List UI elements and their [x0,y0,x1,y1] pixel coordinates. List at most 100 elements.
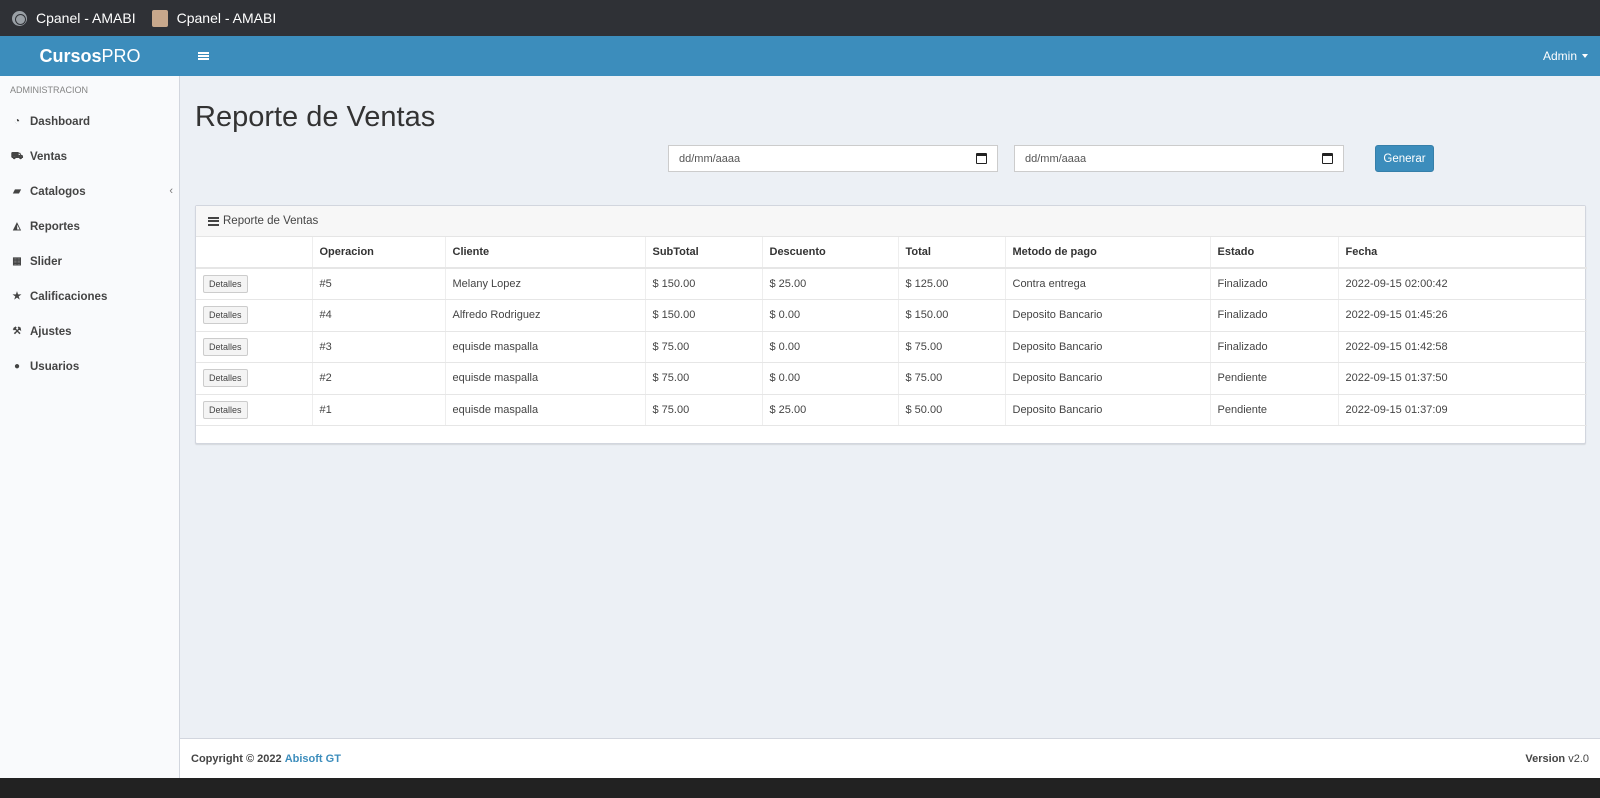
main-header: Cursos PRO Admin [0,36,1600,76]
sidebar-item-label: Usuarios [30,360,80,373]
sidebar-item-label: Dashboard [30,115,91,128]
sidebar-toggle-button[interactable] [180,36,226,76]
copyright-text: Copyright © 2022 [191,752,282,765]
status-cell: Finalizado [1210,299,1339,332]
total-cell: $ 75.00 [898,331,1006,363]
payment-method-cell: Deposito Bancario [1005,331,1211,363]
column-header: Metodo de pago [1005,237,1211,269]
date-placeholder: dd/mm/aaaa [679,152,741,165]
sidebar-item-dashboard[interactable]: ◔ Dashboard [0,104,179,139]
dashboard-icon: ◔ [13,115,21,127]
user-menu[interactable]: Admin [1543,36,1588,76]
details-button[interactable]: Detalles [203,275,248,293]
sidebar-item-reportes[interactable]: ◭ Reportes [0,209,179,244]
total-cell: $ 75.00 [898,362,1006,395]
client-cell: Melany Lopez [445,268,646,300]
total-cell: $ 150.00 [898,299,1006,332]
sidebar-item-catalogos[interactable]: ▰ Catalogos ‹ [0,174,179,209]
table-row: Detalles #5 Melany Lopez $ 150.00 $ 25.0… [196,268,1587,300]
subtotal-cell: $ 75.00 [645,394,763,426]
angle-left-icon: ‹ [169,185,173,197]
version-label: Version [1525,752,1566,765]
th-large-icon: ▦ [12,255,22,267]
sidebar-item-label: Ventas [30,150,68,163]
sidebar-section-header: ADMINISTRACION [10,85,89,95]
table-header-row: Operacion Cliente SubTotal Descuento Tot… [196,237,1587,269]
column-header: Cliente [445,237,646,269]
column-header [196,237,313,269]
date-cell: 2022-09-15 01:37:09 [1338,394,1587,426]
star-icon: ★ [12,290,22,302]
details-button[interactable]: Detalles [203,400,248,419]
browser-tab[interactable]: Cpanel - AMABI [12,10,136,26]
globe-icon [12,10,27,26]
status-cell: Pendiente [1210,394,1339,426]
discount-cell: $ 25.00 [762,268,899,300]
main-footer: Copyright © 2022 Abisoft GT Version v2.0 [180,738,1600,778]
table-row: Detalles #4 Alfredo Rodriguez $ 150.00 $… [196,299,1587,332]
column-header: Fecha [1338,237,1587,269]
box-title: Reporte de Ventas [223,215,319,227]
company-link[interactable]: Abisoft GT [285,753,341,765]
date-placeholder: dd/mm/aaaa [1025,152,1087,165]
payment-method-cell: Deposito Bancario [1005,299,1211,332]
actions-cell: Detalles [196,362,313,395]
discount-cell: $ 0.00 [762,331,899,363]
sidebar-item-ajustes[interactable]: ⚒ Ajustes [0,314,179,349]
client-cell: equisde maspalla [445,331,646,363]
sidebar-item-calificaciones[interactable]: ★ Calificaciones [0,279,179,314]
discount-cell: $ 25.00 [762,394,899,426]
sales-report-box: Reporte de Ventas Operacion Cliente SubT… [195,205,1587,444]
logo[interactable]: Cursos PRO [0,36,180,76]
browser-tab-title: Cpanel - AMABI [36,10,136,26]
copyright: Copyright © 2022 Abisoft GT [191,753,341,765]
sidebar-item-label: Reportes [30,220,80,233]
version-info: Version v2.0 [1525,753,1589,765]
user-menu-label: Admin [1542,49,1577,63]
calendar-icon[interactable] [1322,153,1333,164]
table-row: Detalles #2 equisde maspalla $ 75.00 $ 0… [196,362,1587,395]
user-icon: ● [13,360,21,372]
operation-cell: #1 [312,394,446,426]
details-button[interactable]: Detalles [203,369,248,388]
sidebar-item-label: Catalogos [30,185,86,198]
details-button[interactable]: Detalles [203,337,248,356]
sidebar-item-ventas[interactable]: ⛟ Ventas [0,139,179,174]
date-cell: 2022-09-15 01:45:26 [1338,299,1587,332]
logo-light: PRO [101,45,141,66]
generate-button[interactable]: Generar [1375,145,1434,172]
date-cell: 2022-09-15 01:42:58 [1338,331,1587,363]
operation-cell: #3 [312,331,446,363]
version-number: v2.0 [1568,752,1589,765]
sidebar-item-usuarios[interactable]: ● Usuarios [0,349,179,384]
sales-table: Operacion Cliente SubTotal Descuento Tot… [196,237,1587,426]
browser-tab[interactable]: Cpanel - AMABI [151,9,276,27]
content-wrapper: Reporte de Ventas dd/mm/aaaa dd/mm/aaaa … [180,76,1600,738]
hamburger-icon [197,55,209,57]
date-cell: 2022-09-15 01:37:50 [1338,362,1587,395]
client-cell: equisde maspalla [445,362,646,395]
column-header: Total [898,237,1006,269]
operation-cell: #2 [312,362,446,395]
total-cell: $ 50.00 [898,394,1006,426]
date-to-input[interactable]: dd/mm/aaaa [1014,145,1344,172]
sidebar-item-label: Ajustes [30,325,72,338]
payment-method-cell: Contra entrega [1005,268,1211,300]
caret-down-icon [1582,54,1588,58]
status-cell: Finalizado [1210,331,1339,363]
actions-cell: Detalles [196,394,313,426]
client-cell: Alfredo Rodriguez [445,299,646,332]
browser-tab-bar: Cpanel - AMABI Cpanel - AMABI [0,0,1600,36]
sidebar-item-slider[interactable]: ▦ Slider [0,244,179,279]
area-chart-icon: ◭ [13,220,21,232]
actions-cell: Detalles [196,268,313,300]
discount-cell: $ 0.00 [762,299,899,332]
column-header: Descuento [762,237,899,269]
details-button[interactable]: Detalles [203,306,248,325]
column-header: SubTotal [645,237,763,269]
status-cell: Pendiente [1210,362,1339,395]
folder-icon: ▰ [13,185,21,197]
date-from-input[interactable]: dd/mm/aaaa [668,145,998,172]
wrench-icon: ⚒ [12,325,22,337]
calendar-icon[interactable] [976,153,987,164]
